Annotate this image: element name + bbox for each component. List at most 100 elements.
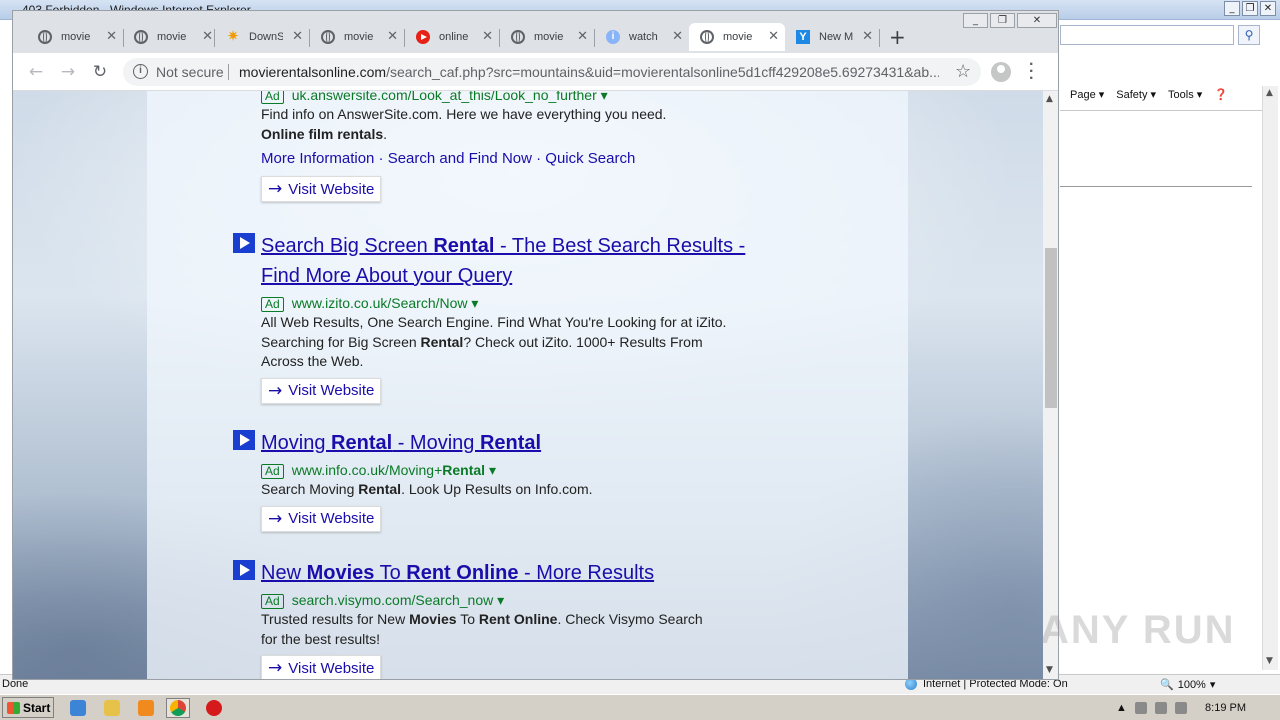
result-url-text: www.info.co.uk/Moving+ [291,462,443,478]
url-path: /search_caf.php?src=mountains&uid=movier… [386,64,939,80]
tab-online[interactable]: online ✕ [405,23,499,51]
tab-downs[interactable]: ✷ DownS ✕ [215,23,309,51]
reload-button[interactable]: ↻ [89,61,111,83]
tab-watch[interactable]: i watch ✕ [595,23,689,51]
ie-minimize-button[interactable]: _ [1224,1,1240,16]
visit-website-button[interactable]: → Visit Website [261,176,382,202]
ie-safety-menu[interactable]: Safety ▾ [1116,88,1156,101]
ad-badge: Ad [261,464,284,479]
scrollbar-thumb[interactable] [1045,248,1057,408]
tab-movie-1[interactable]: movie ✕ [27,23,123,51]
scroll-down-icon[interactable]: ▼ [1266,656,1273,666]
chrome-minimize-button[interactable]: _ [963,13,988,28]
tab-label: DownS [249,31,283,43]
browser-toolbar: ← → ↻ i Not secure movierentalsonline.co… [13,53,1058,91]
chrome-close-button[interactable]: ✕ [1017,13,1057,28]
not-secure-label[interactable]: Not secure [156,64,224,80]
close-icon[interactable]: ✕ [577,29,588,44]
result-url[interactable]: Ad www.izito.co.uk/Search/Now ▾ [261,293,761,313]
back-button[interactable]: ← [25,61,47,83]
arrow-right-icon: → [268,179,283,199]
search-result: Search Big Screen Rental - The Best Sear… [233,231,761,404]
ie-tools-menu[interactable]: Tools ▾ [1168,88,1202,101]
result-description: Search Moving Rental. Look Up Results on… [261,480,761,500]
result-url-text: search.visymo.com/Search_now ▾ [291,592,505,608]
new-tab-button[interactable]: + [889,25,906,49]
sitelinks[interactable]: More Information · Search and Find Now ·… [261,148,761,170]
profile-avatar[interactable] [991,62,1011,82]
tab-movie-4[interactable]: movie ✕ [500,23,594,51]
ie-scrollbar[interactable]: ▲ ▼ [1262,86,1278,670]
volume-icon[interactable] [1154,702,1167,714]
windows-logo-icon [7,701,20,714]
result-title[interactable]: New Movies To Rent Online - More Results [261,558,761,588]
yahoo-icon: Y [795,29,811,45]
network-icon[interactable] [1134,702,1147,714]
ie-maximize-button[interactable]: ❐ [1242,1,1258,16]
page-scrollbar[interactable]: ▲ ▼ [1043,91,1058,679]
desc-bold: Online film rentals [261,125,384,142]
media-player-taskbar-icon[interactable] [134,698,158,718]
forward-button[interactable]: → [57,61,79,83]
title-bold: Movies [306,562,375,584]
flag-icon[interactable] [1174,702,1187,714]
close-icon[interactable]: ✕ [672,29,683,44]
close-icon[interactable]: ✕ [292,29,303,44]
title-part: Search Big Screen [261,235,434,257]
close-icon[interactable]: ✕ [202,29,213,44]
scroll-up-icon[interactable]: ▲ [1266,88,1273,98]
scroll-down-icon[interactable]: ▼ [1046,665,1053,675]
close-icon[interactable]: ✕ [106,29,117,44]
ad-badge: Ad [261,297,284,312]
scroll-up-icon[interactable]: ▲ [1046,94,1053,104]
tab-movie-2[interactable]: movie ✕ [123,23,219,51]
ie-search-icon[interactable]: ⚲ [1238,25,1260,45]
visit-website-button[interactable]: → Visit Website [261,655,382,679]
chrome-taskbar-icon[interactable] [166,698,190,718]
ie-page-menu[interactable]: Page ▾ [1070,88,1104,101]
close-icon[interactable]: ✕ [768,29,779,44]
close-icon[interactable]: ✕ [387,29,398,44]
close-icon[interactable]: ✕ [482,29,493,44]
result-url[interactable]: Ad www.info.co.uk/Moving+Rental ▾ [261,460,761,480]
antivirus-taskbar-icon[interactable] [202,698,226,718]
start-label: Start [23,700,51,715]
help-icon[interactable]: ❓ [1214,88,1228,101]
ie-search-input[interactable] [1060,25,1234,45]
address-bar[interactable]: i Not secure movierentalsonline.com/sear… [123,58,981,86]
anyrun-watermark: ANY RUN [1040,608,1236,652]
tab-new-m[interactable]: Y New M ✕ [785,23,879,51]
result-title[interactable]: Search Big Screen Rental - The Best Sear… [261,231,761,291]
explorer-taskbar-icon[interactable] [100,698,124,718]
ie-zoom[interactable]: 🔍 100% ▾ [1160,678,1216,692]
result-title[interactable]: Moving Rental - Moving Rental [261,428,761,458]
search-result: Ad uk.answersite.com/Look_at_this/Look_no… [261,91,761,202]
chevron-down-icon: ▾ [1209,679,1216,691]
chevron-up-icon[interactable]: ▲ [1116,702,1127,714]
desc-tail: . [383,125,388,142]
chrome-restore-button[interactable]: ❐ [990,13,1015,28]
system-tray: ▲ 8:19 PM [1110,697,1280,719]
result-url[interactable]: Ad uk.answersite.com/Look_at_this/Look_no… [261,91,761,105]
info-icon: i [605,29,621,45]
youtube-icon [415,29,431,45]
clock[interactable]: 8:19 PM [1205,702,1246,714]
menu-icon[interactable]: · · · [1029,57,1034,87]
result-url[interactable]: Ad search.visymo.com/Search_now ▾ [261,590,761,610]
arrow-right-icon: → [268,508,283,529]
close-icon[interactable]: ✕ [862,29,873,44]
tab-strip: movie ✕ movie ✕ ✷ DownS ✕ movie ✕ online… [13,11,1058,53]
desc-text: . Look Up Results on Info.com. [401,481,593,497]
bookmark-star-icon[interactable]: ☆ [955,61,971,82]
visit-label: Visit Website [288,510,375,527]
visit-website-button[interactable]: → Visit Website [261,377,382,404]
visit-website-button[interactable]: → Visit Website [261,505,382,532]
ie-taskbar-icon[interactable] [66,698,90,718]
url-text[interactable]: movierentalsonline.com/search_caf.php?sr… [239,64,939,80]
ie-close-button[interactable]: ✕ [1260,1,1276,16]
info-icon[interactable]: i [133,64,148,79]
tab-movie-3[interactable]: movie ✕ [310,23,404,51]
title-part: Moving [261,432,332,454]
start-button[interactable]: Start [2,697,54,718]
tab-movie-active[interactable]: movie ✕ [689,23,785,51]
